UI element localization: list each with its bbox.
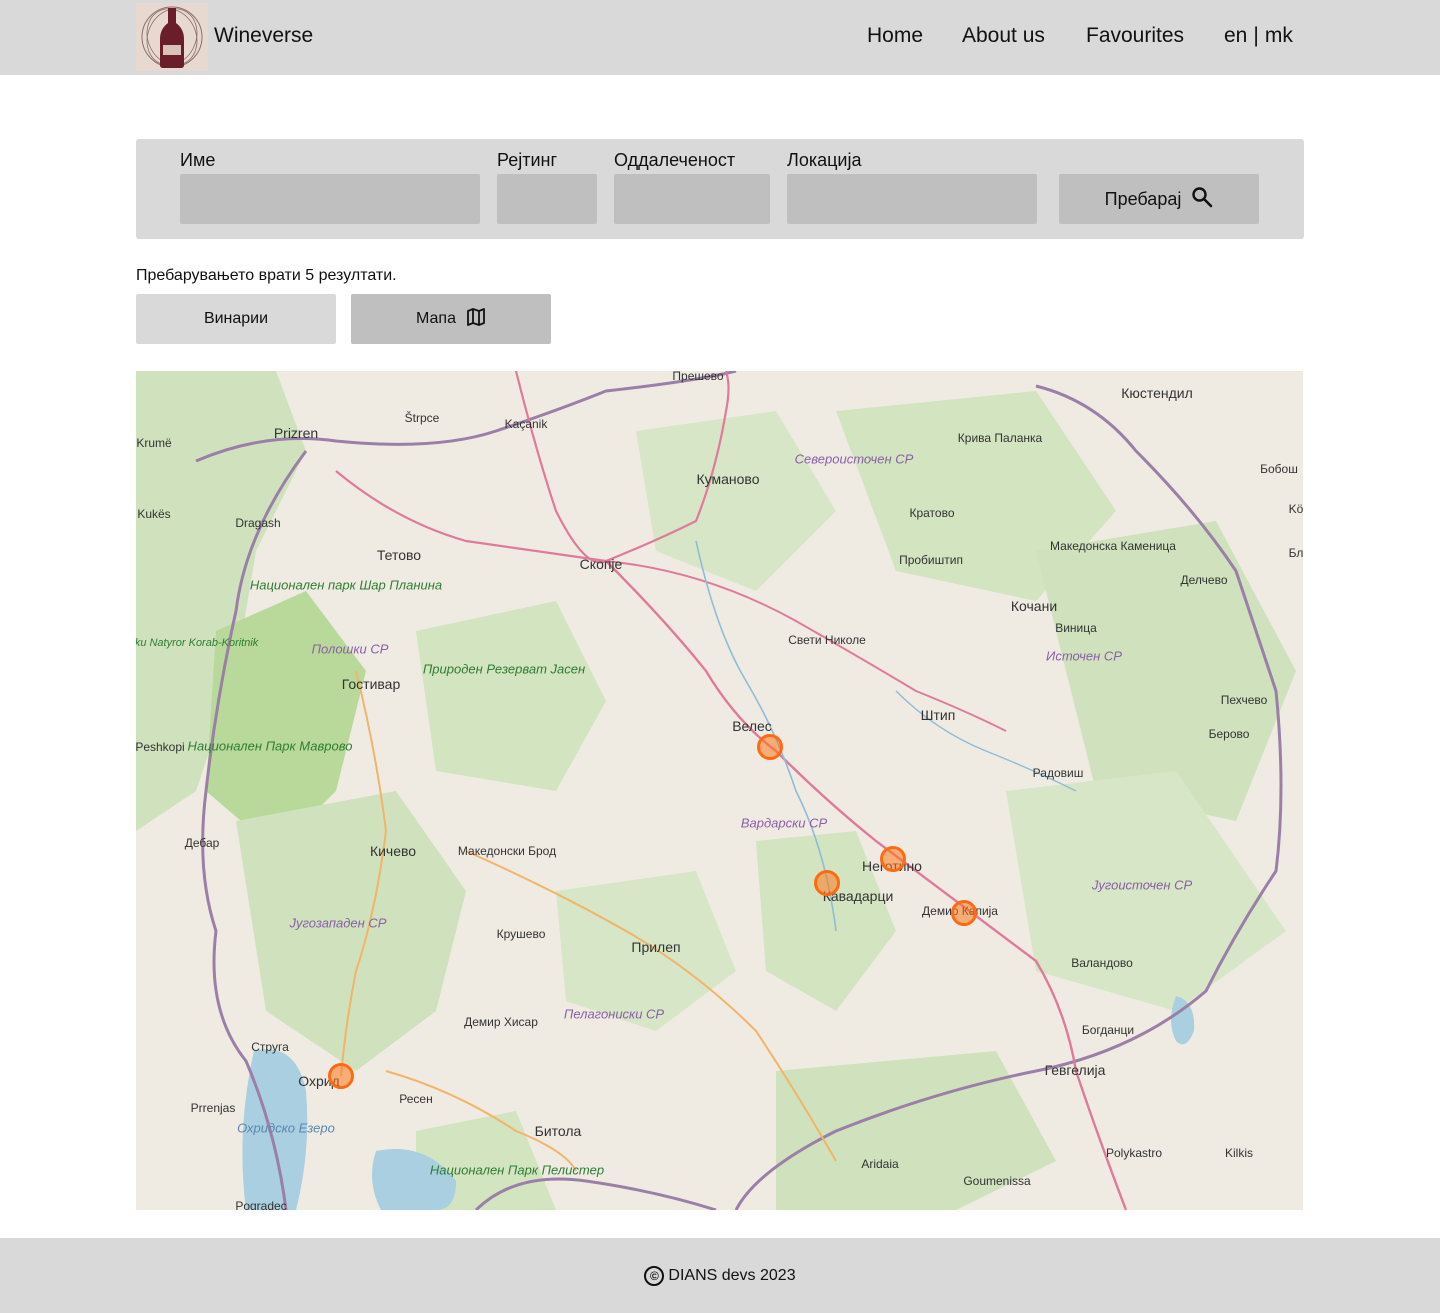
map-label: Национален Парк Маврово bbox=[187, 738, 353, 754]
footer-text: DIANS devs 2023 bbox=[668, 1266, 796, 1284]
map-label: Крушево bbox=[496, 927, 546, 941]
lang-en-link[interactable]: en bbox=[1224, 24, 1247, 47]
map-label: Kaçanik bbox=[504, 417, 548, 431]
location-input[interactable] bbox=[787, 174, 1037, 224]
map-label: Национален Парк Пелистер bbox=[429, 1162, 605, 1178]
map-label: Пелагониски СР bbox=[563, 1006, 665, 1022]
search-button-label: Пребарај bbox=[1104, 188, 1182, 209]
nav-favourites-link[interactable]: Favourites bbox=[1086, 24, 1184, 48]
tab-map-label: Мапа bbox=[416, 310, 456, 327]
name-input[interactable] bbox=[180, 174, 480, 224]
lang-mk-link[interactable]: mk bbox=[1265, 24, 1293, 47]
map-label: Крива Паланка bbox=[957, 431, 1043, 445]
winery-marker[interactable] bbox=[757, 734, 783, 760]
map-label: Прилеп bbox=[631, 939, 681, 955]
map-label: Виница bbox=[1055, 621, 1097, 635]
map-label: Југоисточен СР bbox=[1091, 877, 1193, 893]
winery-marker[interactable] bbox=[880, 846, 906, 872]
nav-about-link[interactable]: About us bbox=[962, 24, 1045, 48]
map-label: Гостивар bbox=[341, 676, 401, 692]
map-label: Prizren bbox=[273, 425, 319, 441]
map-label: Polykastro bbox=[1105, 1146, 1163, 1160]
map-label: Пробиштип bbox=[899, 553, 963, 567]
winery-marker[interactable] bbox=[814, 870, 840, 896]
map-label: Кюстендил bbox=[1121, 385, 1193, 401]
map-label: Ресен bbox=[399, 1092, 433, 1106]
results-count: Пребарувањето врати 5 резултати. bbox=[136, 267, 397, 284]
tab-wineries-label: Винарии bbox=[203, 310, 269, 327]
map-label: Peshkopi bbox=[136, 740, 185, 754]
map-label: Кратово bbox=[909, 506, 955, 520]
search-form: Име Рејтинг Оддалеченост Локација Пребар… bbox=[136, 139, 1304, 239]
map-label: Goumenissa bbox=[963, 1174, 1031, 1188]
nav-home-link[interactable]: Home bbox=[867, 24, 923, 48]
name-label: Име bbox=[180, 150, 216, 170]
map-label: Бл bbox=[1288, 546, 1303, 560]
map-label: Кичево bbox=[369, 843, 417, 859]
map-label: Радовиш bbox=[1032, 766, 1084, 780]
map-label: Природен Резерват Јасен bbox=[422, 661, 586, 677]
rating-label: Рејтинг bbox=[497, 150, 558, 170]
map-label: Dragash bbox=[235, 516, 281, 530]
copyright-symbol: © bbox=[649, 1268, 659, 1283]
map-label: Parku Natyror Korab-Koritnik bbox=[136, 637, 259, 649]
map-label: Вардарски СР bbox=[740, 815, 828, 831]
map-label: Кочани bbox=[1010, 598, 1058, 614]
language-switcher: en | mk bbox=[1224, 24, 1293, 48]
map-icon bbox=[466, 307, 486, 332]
map-label: Aridaia bbox=[861, 1157, 899, 1171]
map-label: Дебар bbox=[184, 836, 220, 850]
map-label: Тетово bbox=[376, 547, 422, 563]
search-button[interactable]: Пребарај bbox=[1059, 174, 1259, 224]
map-label: Kilkis bbox=[1224, 1146, 1254, 1160]
map-label: Pogradec bbox=[235, 1199, 287, 1210]
winery-marker[interactable] bbox=[951, 900, 977, 926]
wine-bottle-icon[interactable] bbox=[136, 3, 208, 71]
top-navbar: Wineverse Home About us Favourites en | mk bbox=[0, 0, 1440, 75]
map-label: Krumë bbox=[136, 436, 172, 450]
map-label: Свети Николе bbox=[788, 633, 866, 647]
map-label: Пехчево bbox=[1220, 693, 1268, 707]
map-label: Битола bbox=[534, 1123, 582, 1139]
distance-input[interactable] bbox=[614, 174, 770, 224]
map-label: Полошки СР bbox=[311, 641, 389, 657]
location-label: Локација bbox=[787, 150, 862, 170]
map-label: Југозападен СР bbox=[289, 915, 387, 931]
map-label: Валандово bbox=[1071, 956, 1133, 970]
tab-wineries[interactable]: Винарии bbox=[136, 294, 336, 344]
map-label: Македонска Каменица bbox=[1050, 539, 1176, 553]
search-icon bbox=[1191, 186, 1213, 213]
map-label: Охридско Езеро bbox=[237, 1120, 335, 1136]
map-label: Куманово bbox=[696, 471, 760, 487]
map-label: Берово bbox=[1208, 727, 1250, 741]
distance-label: Оддалеченост bbox=[614, 150, 736, 170]
winery-marker[interactable] bbox=[328, 1063, 354, 1089]
map-label: Бобош bbox=[1260, 462, 1298, 476]
footer: © DIANS devs 2023 bbox=[0, 1238, 1440, 1313]
map-label: Македонски Брод bbox=[457, 844, 557, 858]
tab-map[interactable]: Мапа bbox=[351, 294, 551, 344]
map-label: Богданци bbox=[1081, 1023, 1135, 1037]
map-label: Kukës bbox=[137, 507, 171, 521]
rating-input[interactable] bbox=[497, 174, 597, 224]
map-label: Источен СР bbox=[1046, 648, 1122, 664]
map-label: Национален парк Шар Планина bbox=[249, 577, 443, 593]
map-label: Prrenjas bbox=[190, 1101, 236, 1115]
map-label: Северoисточен СР bbox=[794, 451, 914, 467]
lang-separator: | bbox=[1253, 24, 1259, 47]
map-label: Демир Хисар bbox=[464, 1015, 538, 1029]
map-label: Kö bbox=[1288, 502, 1303, 516]
map-label: Велес bbox=[732, 718, 772, 734]
map-label: Гевгелија bbox=[1044, 1062, 1106, 1078]
map-label: Штип bbox=[920, 707, 956, 723]
map-label: Делчево bbox=[1180, 573, 1228, 587]
copyright-icon: © bbox=[644, 1265, 665, 1286]
brand-name[interactable]: Wineverse bbox=[214, 24, 313, 48]
map-label: Струга bbox=[251, 1040, 289, 1054]
map-label: Скопје bbox=[579, 556, 623, 572]
map-label: Štrpce bbox=[404, 411, 440, 425]
map-view[interactable]: Прешево Kaçanik Štrpce Prizren Krumë Kuk… bbox=[136, 371, 1303, 1210]
map-label: Прешево bbox=[672, 371, 724, 383]
